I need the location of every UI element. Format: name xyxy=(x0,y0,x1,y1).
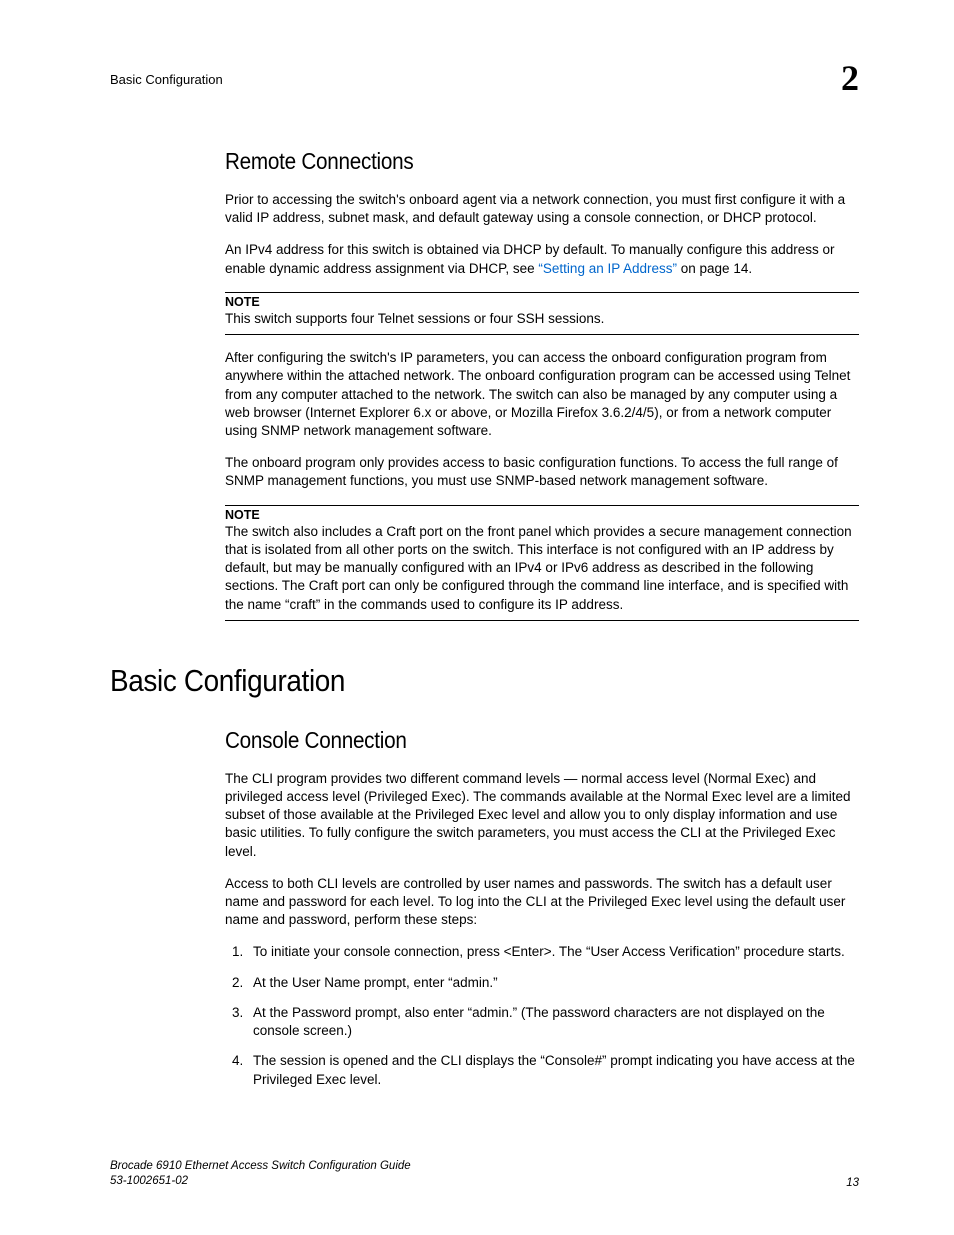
note-rule xyxy=(225,334,859,335)
list-item: To initiate your console connection, pre… xyxy=(247,943,859,961)
footer-left: Brocade 6910 Ethernet Access Switch Conf… xyxy=(110,1159,411,1189)
text: on page 14. xyxy=(677,261,752,276)
list-item: At the Password prompt, also enter “admi… xyxy=(247,1004,859,1040)
paragraph: After configuring the switch's IP parame… xyxy=(225,349,859,440)
ordered-steps: To initiate your console connection, pre… xyxy=(225,943,859,1088)
running-title: Basic Configuration xyxy=(110,60,223,87)
note-label: NOTE xyxy=(225,508,859,522)
paragraph: The CLI program provides two different c… xyxy=(225,770,859,861)
chapter-number: 2 xyxy=(841,60,859,96)
list-item: The session is opened and the CLI displa… xyxy=(247,1052,859,1088)
page: Basic Configuration 2 Remote Connections… xyxy=(0,0,954,1235)
note-label: NOTE xyxy=(225,295,859,309)
heading-basic-configuration: Basic Configuration xyxy=(110,663,859,699)
note-text: The switch also includes a Craft port on… xyxy=(225,523,859,614)
list-item: At the User Name prompt, enter “admin.” xyxy=(247,974,859,992)
note-rule xyxy=(225,620,859,621)
footer-book-title: Brocade 6910 Ethernet Access Switch Conf… xyxy=(110,1159,411,1174)
section-remote-connections: Remote Connections Prior to accessing th… xyxy=(225,148,859,621)
paragraph: An IPv4 address for this switch is obtai… xyxy=(225,241,859,277)
page-footer: Brocade 6910 Ethernet Access Switch Conf… xyxy=(110,1159,859,1189)
heading-remote-connections: Remote Connections xyxy=(225,148,859,175)
footer-doc-number: 53-1002651-02 xyxy=(110,1174,411,1189)
paragraph: The onboard program only provides access… xyxy=(225,454,859,490)
xref-link[interactable]: “Setting an IP Address” xyxy=(538,261,677,276)
paragraph: Access to both CLI levels are controlled… xyxy=(225,875,859,930)
section-console-connection: Console Connection The CLI program provi… xyxy=(225,727,859,1089)
page-number: 13 xyxy=(846,1177,859,1189)
note-rule xyxy=(225,292,859,293)
paragraph: Prior to accessing the switch's onboard … xyxy=(225,191,859,227)
running-header: Basic Configuration 2 xyxy=(110,60,859,96)
note-text: This switch supports four Telnet session… xyxy=(225,310,859,328)
heading-console-connection: Console Connection xyxy=(225,727,859,754)
note-rule xyxy=(225,505,859,506)
